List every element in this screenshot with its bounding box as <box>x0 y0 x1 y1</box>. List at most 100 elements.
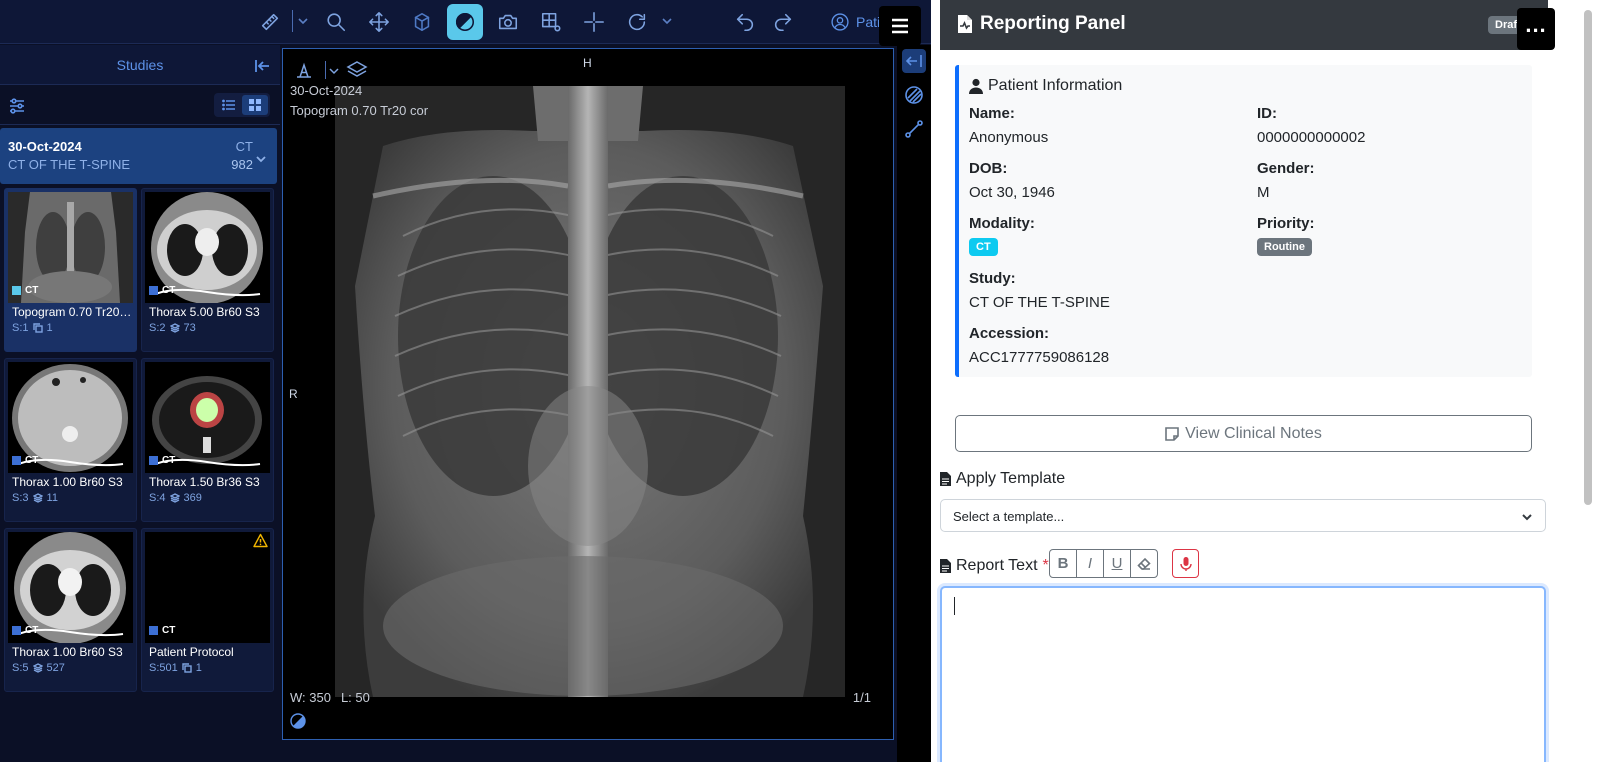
apply-template-label: Apply Template <box>940 470 1065 488</box>
chevron-down-icon[interactable] <box>255 152 267 164</box>
user-circle-icon <box>831 13 849 31</box>
camera-capture-icon[interactable] <box>490 4 526 40</box>
undo-icon[interactable] <box>727 4 763 40</box>
report-text-editor[interactable] <box>940 586 1546 762</box>
view-clinical-notes-button[interactable]: View Clinical Notes <box>955 415 1532 452</box>
more-options-button[interactable]: ... <box>1517 8 1555 50</box>
collapse-panel-icon[interactable] <box>253 57 271 75</box>
viewport-tools <box>291 57 371 85</box>
study-description: CT OF THE T-SPINE <box>969 294 1110 311</box>
studies-panel: Studies 30-Oct-2024 CT OF THE T-SPINE CT <box>0 45 280 762</box>
scrollbar[interactable] <box>1558 0 1599 762</box>
series-thumbnail[interactable]: CT Thorax 1.00 Br60 S3 S:3 11 <box>4 358 137 522</box>
name-label: Name: <box>969 105 1015 122</box>
study-card[interactable]: 30-Oct-2024 CT OF THE T-SPINE CT 982 <box>0 128 277 184</box>
modality-tag: CT <box>12 625 38 636</box>
sticky-note-icon <box>1165 426 1179 441</box>
italic-button[interactable]: I <box>1076 549 1104 578</box>
series-thumbnail[interactable]: CT Thorax 1.50 Br36 S3 S:4 369 <box>141 358 274 522</box>
series-label: Thorax 5.00 Br60 S3 <box>149 305 260 319</box>
file-text-icon <box>940 472 951 486</box>
window-level: L: 50 <box>340 690 370 705</box>
window-level-contrast-icon[interactable] <box>447 4 483 40</box>
microphone-icon <box>1179 556 1192 571</box>
gender-label: Gender: <box>1257 160 1315 177</box>
study-label: Study: <box>969 270 1016 287</box>
modality-tag: CT <box>12 285 38 296</box>
hamburger-menu-button[interactable] <box>879 6 921 46</box>
rotate-3d-icon[interactable] <box>404 4 440 40</box>
image-viewport[interactable]: H R 30-Oct-2024 Topogram 0.70 Tr20 cor W… <box>282 48 894 740</box>
reporting-title: Reporting Panel <box>956 13 1126 35</box>
list-view-icon[interactable] <box>216 95 242 115</box>
hatch-fill-icon[interactable] <box>902 83 926 107</box>
side-tool-strip <box>897 45 931 762</box>
patient-gender: M <box>1257 184 1270 201</box>
copy-icon <box>32 323 43 333</box>
viewport-series-description: Topogram 0.70 Tr20 cor <box>290 103 429 118</box>
series-thumbnail[interactable]: CT Thorax 5.00 Br60 S3 S:2 73 <box>141 188 274 352</box>
ellipsis-icon: ... <box>1525 12 1547 37</box>
scrollbar-thumb[interactable] <box>1584 10 1592 505</box>
stack-icon <box>169 323 180 333</box>
series-label: Thorax 1.00 Br60 S3 <box>12 475 123 489</box>
filter-sliders-icon[interactable] <box>8 97 26 115</box>
hamburger-icon <box>892 18 908 34</box>
clear-format-button[interactable] <box>1130 549 1158 578</box>
layers-icon[interactable] <box>346 59 368 81</box>
annotation-tool-icon[interactable] <box>293 59 315 81</box>
reset-rotate-icon[interactable] <box>619 4 655 40</box>
series-meta: S:501 1 <box>149 662 202 674</box>
series-meta: S:3 11 <box>12 492 58 504</box>
study-modality: CT <box>235 139 253 154</box>
modality-label: Modality: <box>969 215 1035 232</box>
chevron-down-icon[interactable] <box>661 14 673 26</box>
template-select[interactable]: Select a template... <box>940 499 1546 532</box>
orientation-marker-left: R <box>289 387 298 401</box>
text-caret <box>954 597 955 615</box>
study-date: 30-Oct-2024 <box>8 139 82 154</box>
series-meta: S:4 369 <box>149 492 202 504</box>
viewer-toolbar: Patient <box>0 0 950 46</box>
copy-icon <box>182 663 192 673</box>
file-medical-icon <box>958 15 972 33</box>
priority-badge: Routine <box>1257 238 1312 256</box>
frame-counter: 1/1 <box>852 690 871 705</box>
expand-panel-icon[interactable] <box>902 49 926 73</box>
series-thumbnail[interactable]: CT Thorax 1.00 Br60 S3 S:5 527 <box>4 528 137 692</box>
bold-button[interactable]: B <box>1049 549 1077 578</box>
series-thumbnail[interactable]: CT Patient Protocol S:501 1 <box>141 528 274 692</box>
crosshair-icon[interactable] <box>576 4 612 40</box>
viewport-tools-divider <box>325 61 326 79</box>
series-label: Patient Protocol <box>149 645 234 659</box>
dictation-mic-button[interactable] <box>1172 549 1199 578</box>
grid-view-icon[interactable] <box>242 95 268 115</box>
modality-tag: CT <box>12 455 38 466</box>
redo-icon[interactable] <box>765 4 801 40</box>
patient-info-heading: Patient Information <box>969 77 1122 95</box>
study-description: CT OF THE T-SPINE <box>8 157 131 172</box>
series-meta: S:1 1 <box>12 322 53 334</box>
modality-badge: CT <box>969 238 998 256</box>
series-label: Thorax 1.00 Br60 S3 <box>12 645 123 659</box>
line-measure-icon[interactable] <box>902 117 926 141</box>
measure-ruler-icon[interactable] <box>252 4 288 40</box>
report-text-label: Report Text * <box>940 557 1049 575</box>
series-meta: S:2 73 <box>149 322 196 334</box>
stack-icon <box>32 663 43 673</box>
pan-move-icon[interactable] <box>361 4 397 40</box>
window-level-readout: W: 350 L: 50 <box>290 690 370 705</box>
layout-settings-icon[interactable] <box>533 4 569 40</box>
user-icon <box>969 78 983 94</box>
toolbar-divider <box>292 10 293 32</box>
zoom-search-icon[interactable] <box>318 4 354 40</box>
series-thumbnail[interactable]: CT Topogram 0.70 Tr20 cor S:1 1 <box>4 188 137 352</box>
chevron-down-icon[interactable] <box>297 14 309 26</box>
required-marker: * <box>1042 557 1049 574</box>
xray-image <box>283 86 893 697</box>
series-label: Topogram 0.70 Tr20 cor <box>12 305 134 319</box>
file-text-icon <box>940 559 951 573</box>
chevron-down-icon[interactable] <box>328 59 340 81</box>
underline-button[interactable]: U <box>1103 549 1131 578</box>
studies-header: Studies <box>0 45 280 85</box>
